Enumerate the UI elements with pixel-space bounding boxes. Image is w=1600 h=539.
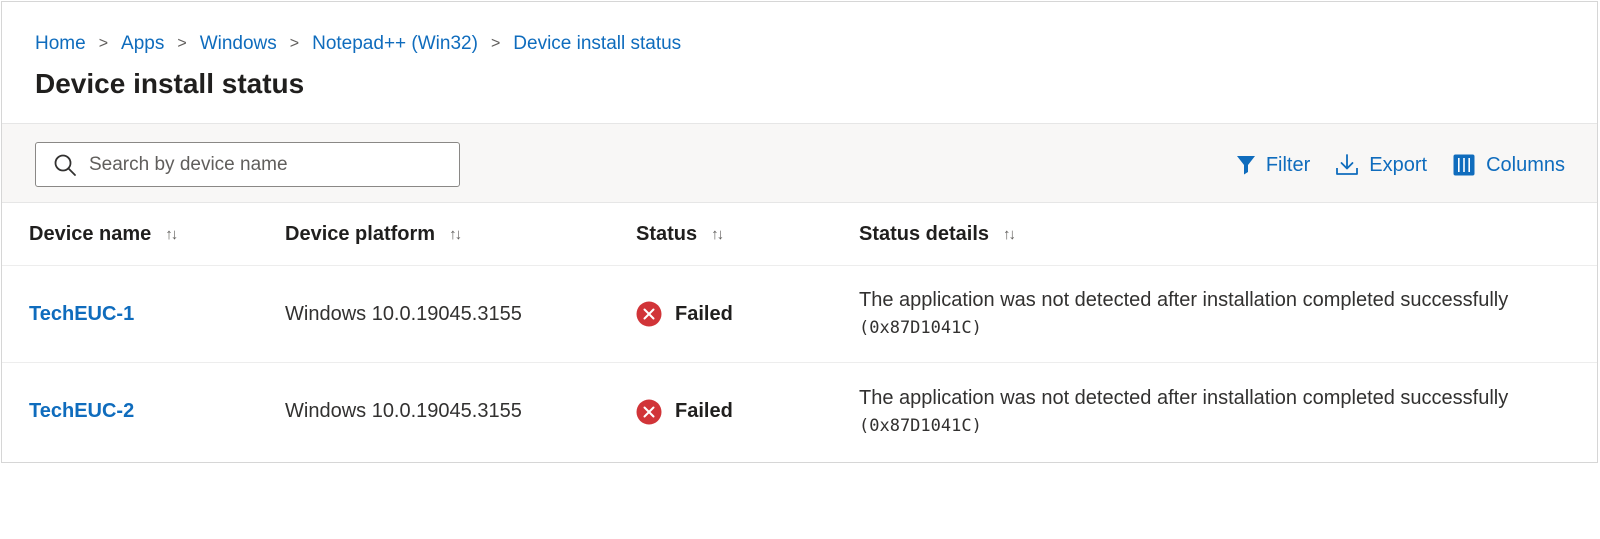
- breadcrumb-apps[interactable]: Apps: [121, 33, 164, 55]
- breadcrumb-app[interactable]: Notepad++ (Win32): [312, 33, 478, 55]
- status-text: Failed: [675, 302, 733, 325]
- status-badge: Failed: [636, 399, 733, 425]
- status-error-code: (0x87D1041C): [859, 318, 982, 338]
- column-header-label: Status: [636, 223, 698, 245]
- page-title: Device install status: [35, 68, 305, 99]
- device-name-cell: TechEUC-1: [29, 266, 259, 362]
- breadcrumb-home[interactable]: Home: [35, 33, 86, 55]
- table-header-row: Device name ↑↓ Device platform ↑↓ Status…: [2, 204, 1597, 266]
- sort-icon[interactable]: ↑↓: [711, 226, 724, 243]
- column-header-label: Device name: [29, 223, 152, 245]
- status-details-cell: The application was not detected after i…: [859, 266, 1589, 362]
- sort-icon[interactable]: ↑↓: [165, 226, 178, 243]
- search-input[interactable]: [89, 153, 449, 176]
- error-circle-icon: [636, 301, 662, 327]
- column-header-status-details[interactable]: Status details ↑↓: [859, 204, 1589, 265]
- breadcrumb-separator: >: [177, 35, 187, 52]
- device-platform-cell: Windows 10.0.19045.3155: [285, 266, 625, 362]
- status-cell: Failed: [636, 363, 856, 460]
- filter-icon: [1236, 156, 1255, 175]
- breadcrumb-separator: >: [289, 35, 300, 52]
- device-platform-cell: Windows 10.0.19045.3155: [285, 363, 625, 460]
- search-box[interactable]: [35, 142, 460, 187]
- column-header-device-name[interactable]: Device name ↑↓: [29, 204, 259, 265]
- column-header-status[interactable]: Status ↑↓: [636, 204, 856, 265]
- column-header-device-platform[interactable]: Device platform ↑↓: [285, 204, 625, 265]
- table-row: TechEUC-2 Windows 10.0.19045.3155 Failed…: [2, 363, 1597, 460]
- breadcrumb-separator: >: [98, 35, 109, 52]
- status-details-cell: The application was not detected after i…: [859, 363, 1589, 460]
- toolbar-actions: Filter Export Columns: [1211, 146, 1565, 184]
- status-details-text: The application was not detected after i…: [859, 289, 1509, 311]
- status-details: The application was not detected after i…: [859, 384, 1508, 440]
- filter-button[interactable]: Filter: [1236, 154, 1310, 177]
- export-label: Export: [1369, 153, 1428, 176]
- sort-icon[interactable]: ↑↓: [449, 226, 462, 243]
- filter-label: Filter: [1265, 153, 1311, 176]
- columns-label: Columns: [1486, 153, 1565, 176]
- toolbar: Filter Export Columns: [2, 123, 1597, 203]
- export-button[interactable]: Export: [1335, 153, 1427, 177]
- device-platform: Windows 10.0.19045.3155: [285, 302, 522, 325]
- breadcrumb-current[interactable]: Device install status: [513, 33, 681, 55]
- breadcrumb-separator: >: [490, 35, 501, 52]
- status-text: Failed: [675, 400, 733, 422]
- device-link[interactable]: TechEUC-2: [29, 400, 134, 423]
- breadcrumb: Home > Apps > Windows > Notepad++ (Win32…: [35, 31, 681, 57]
- status-badge: Failed: [636, 301, 733, 327]
- device-name-cell: TechEUC-2: [29, 363, 259, 460]
- device-status-table: Device name ↑↓ Device platform ↑↓ Status…: [2, 204, 1597, 460]
- table-row: TechEUC-1 Windows 10.0.19045.3155 Failed…: [2, 266, 1597, 363]
- device-platform: Windows 10.0.19045.3155: [285, 400, 522, 422]
- status-details-text: The application was not detected after i…: [859, 386, 1509, 409]
- columns-button[interactable]: Columns: [1452, 153, 1565, 177]
- search-icon: [54, 154, 76, 176]
- columns-icon: [1453, 154, 1475, 176]
- device-link[interactable]: TechEUC-1: [29, 303, 134, 326]
- device-install-status-panel: Home > Apps > Windows > Notepad++ (Win32…: [1, 1, 1598, 463]
- column-header-label: Status details: [859, 223, 990, 245]
- sort-icon[interactable]: ↑↓: [1003, 226, 1016, 243]
- column-header-label: Device platform: [285, 223, 436, 245]
- status-error-code: (0x87D1041C): [859, 415, 982, 436]
- status-details: The application was not detected after i…: [859, 286, 1508, 342]
- status-cell: Failed: [636, 266, 856, 362]
- breadcrumb-windows[interactable]: Windows: [200, 33, 277, 55]
- export-icon: [1336, 154, 1359, 175]
- error-circle-icon: [636, 399, 662, 424]
